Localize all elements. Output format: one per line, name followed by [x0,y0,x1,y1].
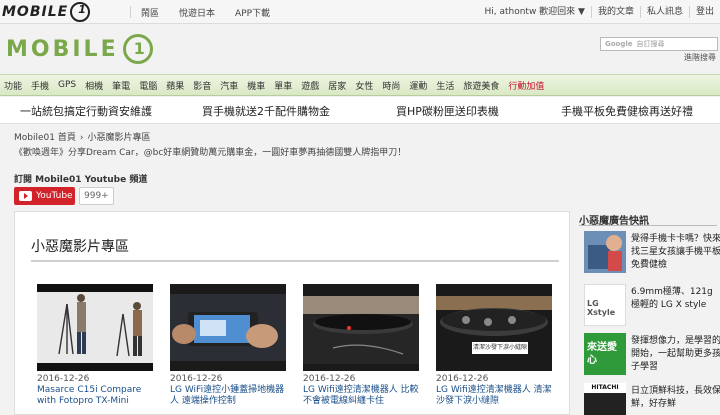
category-nav-item[interactable]: 筆電 [112,79,130,92]
promo-link[interactable]: 手機平板免費健檢再送好禮 [561,103,693,119]
my-articles-link[interactable]: 我的文章 [590,6,640,18]
category-nav: 功能 手機 GPS 相機 筆電 電腦 蘋果 影音 汽車 機車 單車 遊戲 居家 女性 時尚 運動 生活 旅遊美食行… [0,74,720,96]
top-bar: MOBILE 1 鬧區 悅遊日本 APP下載 Hi, athontw 歡迎回來 … [0,0,720,24]
site-logo-zero-digit: 1 [133,39,145,58]
site-header: MOBILE 1 Google 自訂搜尋 進階搜尋 [0,24,720,74]
ad-samsung-image [584,231,626,273]
sidebar-ad[interactable]: LG Xstyle 6.9mm極薄、121g極輕的 LG X style [584,284,718,328]
category-nav-item[interactable]: 電腦 [139,79,157,92]
video-date: 2016-12-26 [303,374,356,384]
category-nav-item[interactable]: 功能 [4,79,22,92]
video-title-link[interactable]: LG Wifi遠控清潔機器人 比較不會被電線糾纏卡住 [303,385,425,407]
promo-bar: 一站統包搞定行動資安維護 買手機就送2千配件購物金 買HP碳粉匣送印表機 手機平… [0,97,720,124]
private-messages-link[interactable]: 私人訊息 [639,6,689,18]
ad-text: 日立頂鮮科技，長效保鮮，好存鮮 [631,386,720,409]
top-nav-item-app[interactable]: APP下載 [225,6,280,19]
breadcrumb-current[interactable]: 小惡魔影片專區 [87,133,150,143]
logout-link[interactable]: 登出 [688,6,720,18]
category-nav-item[interactable]: 居家 [328,79,346,92]
top-user-menu: Hi, athontw 歡迎回來 ▼ 我的文章 私人訊息 登出 [478,0,720,24]
category-nav-item[interactable]: GPS [58,80,76,90]
video-caption-overlay: 清潔沙發下淚小縫隙 [472,344,527,351]
search-input[interactable]: Google 自訂搜尋 [600,37,718,51]
category-nav-item[interactable]: 汽車 [220,79,238,92]
video-title-link[interactable]: LG Wifi遠控清潔機器人 清潔沙發下淚小縫隙 [436,385,558,407]
category-nav-item[interactable]: 旅遊美食 [463,79,499,92]
video-panel: 小惡魔影片專區 2016-12-26 Masarce C15i Compare … [14,211,570,415]
robot-sofa-video-image [436,284,552,371]
ad-text: 6.9mm極薄、121g極輕的 LG X style [631,287,713,310]
category-nav-item[interactable]: 女性 [355,79,373,92]
ad-brand: LG Xstyle [587,299,616,317]
category-nav-item[interactable]: 運動 [409,79,427,92]
category-nav-item[interactable]: 生活 [436,79,454,92]
category-nav-item[interactable]: 手機 [31,79,49,92]
video-title-link[interactable]: LG WiFi遠控小鍾蓋掃地機器人 遠端操作控制 [170,385,292,407]
ad-brand: HITACHI [584,383,626,393]
tripod-video-image [37,284,153,371]
video-thumbnail[interactable] [37,284,153,371]
top-logo[interactable]: MOBILE 1 [2,2,124,22]
site-logo-word: MOBILE [6,36,119,62]
category-nav-item[interactable]: 機車 [247,79,265,92]
video-thumbnail[interactable] [303,284,419,371]
category-nav-item[interactable]: 相機 [85,79,103,92]
subscribe-title: 訂閱 Mobile01 Youtube 頻道 [14,175,148,185]
ad-image [584,231,626,273]
category-nav-item[interactable]: 蘋果 [166,79,184,92]
ad-image: 來送愛心 [584,333,626,375]
ad-text: 覺得手機卡卡嗎？快來找三星女孩讓手機平板免費健檢 [631,234,720,270]
ad-image: LG Xstyle [584,284,626,326]
top-logo-zero-digit: 1 [78,3,86,16]
search-brand: Google [605,40,633,48]
sidebar-ad[interactable]: HITACHI 日立頂鮮科技，長效保鮮，好存鮮 [584,383,720,415]
sidebar-ad[interactable]: 來送愛心 發揮想像力，是學習的開始，一起幫助更多孩子學習 [584,333,720,377]
announcement-link[interactable]: 《歡喚週年》分享Dream Car，@bc好車網贊助萬元購車金，一圓好車夢再抽德… [14,145,406,158]
search-placeholder: 自訂搜尋 [636,40,665,48]
youtube-button-label: YouTube [36,191,73,201]
breadcrumb: Mobile01 首頁 › 小惡魔影片專區 [14,130,150,143]
advanced-search-link[interactable]: 進階搜尋 [684,52,716,63]
ad-brand: 來送愛心 [587,342,617,366]
breadcrumb-separator: › [79,133,84,143]
youtube-subscribe-button[interactable]: YouTube [14,187,75,205]
sidebar-divider [579,225,717,226]
breadcrumb-home[interactable]: Mobile01 首頁 [14,133,76,143]
video-thumbnail[interactable]: 清潔沙發下淚小縫隙 [436,284,552,371]
robot-cable-video-image [303,284,419,371]
site-logo[interactable]: MOBILE 1 [6,34,153,64]
sidebar-ad[interactable]: 覺得手機卡卡嗎？快來找三星女孩讓手機平板免費健檢 [584,231,720,275]
category-nav-item[interactable]: 時尚 [382,79,400,92]
category-nav-item[interactable]: 影音 [193,79,211,92]
subscriber-count: 999+ [79,187,114,205]
top-logo-zero: 1 [70,2,91,22]
video-thumbnail[interactable] [170,284,286,371]
promo-link[interactable]: 買HP碳粉匣送印表機 [396,103,499,119]
top-logo-word: MOBILE [2,4,69,20]
video-title-link[interactable]: Masarce C15i Compare with Fotopro TX-Min… [37,385,159,407]
heading-divider [31,260,559,262]
ad-text: 發揮想像力，是學習的開始，一起幫助更多孩子學習 [631,336,720,372]
video-date: 2016-12-26 [436,374,489,384]
top-nav-item-area[interactable]: 鬧區 [131,6,169,19]
promo-link[interactable]: 一站統包搞定行動資安維護 [20,103,152,119]
youtube-play-icon [19,191,32,201]
video-date: 2016-12-26 [170,374,223,384]
category-nav-item[interactable]: 行動加值 [508,79,544,92]
video-date: 2016-12-26 [37,374,90,384]
ad-image: HITACHI [584,383,626,415]
category-nav-item[interactable]: 單車 [274,79,292,92]
top-nav: 鬧區 悅遊日本 APP下載 [126,0,280,24]
phone-app-video-image [170,284,286,371]
category-nav-item[interactable]: 遊戲 [301,79,319,92]
top-nav-item-japan[interactable]: 悅遊日本 [169,6,225,19]
youtube-subscribe: YouTube 999+ [14,187,114,205]
site-logo-zero: 1 [122,34,153,64]
promo-link[interactable]: 買手機就送2千配件購物金 [202,103,330,119]
user-greeting-dropdown[interactable]: Hi, athontw 歡迎回來 ▼ [478,6,590,18]
panel-heading: 小惡魔影片專區 [31,239,129,255]
